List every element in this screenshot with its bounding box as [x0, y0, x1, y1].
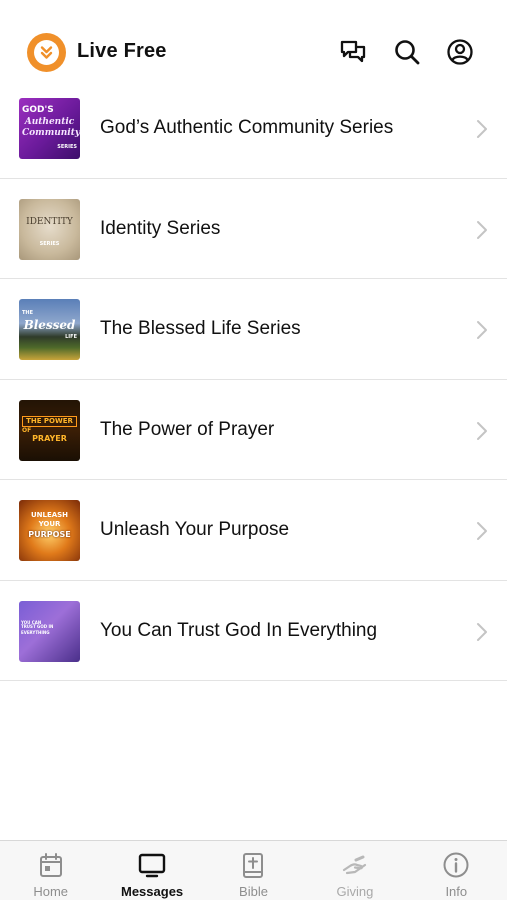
series-title: The Blessed Life Series	[100, 318, 301, 339]
tab-messages[interactable]: Messages	[101, 841, 202, 900]
tab-label: Bible	[239, 884, 268, 899]
series-title: The Power of Prayer	[100, 418, 275, 440]
series-list: GOD'S Authentic Community SERIES God’s A…	[0, 78, 507, 681]
series-title: You Can Trust God In Everything	[100, 619, 378, 641]
chevron-right-icon	[477, 321, 487, 339]
giving-hand-icon	[342, 855, 366, 875]
series-title: God’s Authentic Community Series	[100, 117, 394, 138]
chevron-right-icon	[477, 421, 487, 440]
series-thumbnail: YOU CAN TRUST GOD IN EVERYTHING	[19, 600, 80, 662]
chevron-right-icon	[477, 522, 487, 540]
list-item[interactable]: IDENTITY SERIES Identity Series	[0, 178, 507, 279]
tab-label: Giving	[336, 884, 374, 899]
tab-label: Messages	[121, 884, 184, 899]
series-thumbnail: GOD'S Authentic Community SERIES	[19, 98, 80, 159]
chevron-right-icon	[477, 220, 487, 239]
list-item[interactable]: UNLEASH YOUR PURPOSE Unleash Your Purpos…	[0, 480, 507, 581]
app-title: Live Free	[77, 40, 167, 62]
chevrons-down-icon	[34, 40, 59, 65]
app-logo	[27, 33, 66, 72]
tab-bible[interactable]: Bible	[203, 841, 304, 900]
list-item[interactable]: GOD'S Authentic Community SERIES God’s A…	[0, 78, 507, 179]
tab-giving[interactable]: Giving	[304, 841, 405, 900]
tab-label: Home	[33, 884, 69, 899]
series-title: Identity Series	[100, 217, 221, 239]
tv-icon	[138, 853, 166, 878]
chevron-right-icon	[477, 622, 487, 641]
series-thumbnail: THE Blessed LIFE	[19, 299, 80, 360]
bible-icon	[243, 853, 264, 878]
series-thumbnail: IDENTITY SERIES	[19, 198, 80, 260]
bottom-tab-bar: Home Messages Bible Giving Info	[0, 840, 507, 900]
tab-home[interactable]: Home	[0, 841, 101, 900]
series-thumbnail: THE POWER OF PRAYER	[19, 399, 80, 461]
list-item[interactable]: YOU CAN TRUST GOD IN EVERYTHING You Can …	[0, 580, 507, 681]
info-icon	[443, 852, 469, 878]
tab-info[interactable]: Info	[406, 841, 507, 900]
calendar-icon	[39, 853, 62, 877]
profile-icon[interactable]	[445, 37, 475, 67]
chevron-right-icon	[477, 120, 487, 138]
series-thumbnail: UNLEASH YOUR PURPOSE	[19, 500, 80, 561]
series-title: Unleash Your Purpose	[100, 519, 290, 540]
chat-icon[interactable]	[338, 37, 368, 67]
search-icon[interactable]	[392, 37, 422, 67]
list-item[interactable]: THE POWER OF PRAYER The Power of Prayer	[0, 379, 507, 480]
list-item[interactable]: THE Blessed LIFE The Blessed Life Series	[0, 279, 507, 380]
app-header: Live Free	[0, 0, 507, 88]
tab-label: Info	[445, 884, 468, 899]
